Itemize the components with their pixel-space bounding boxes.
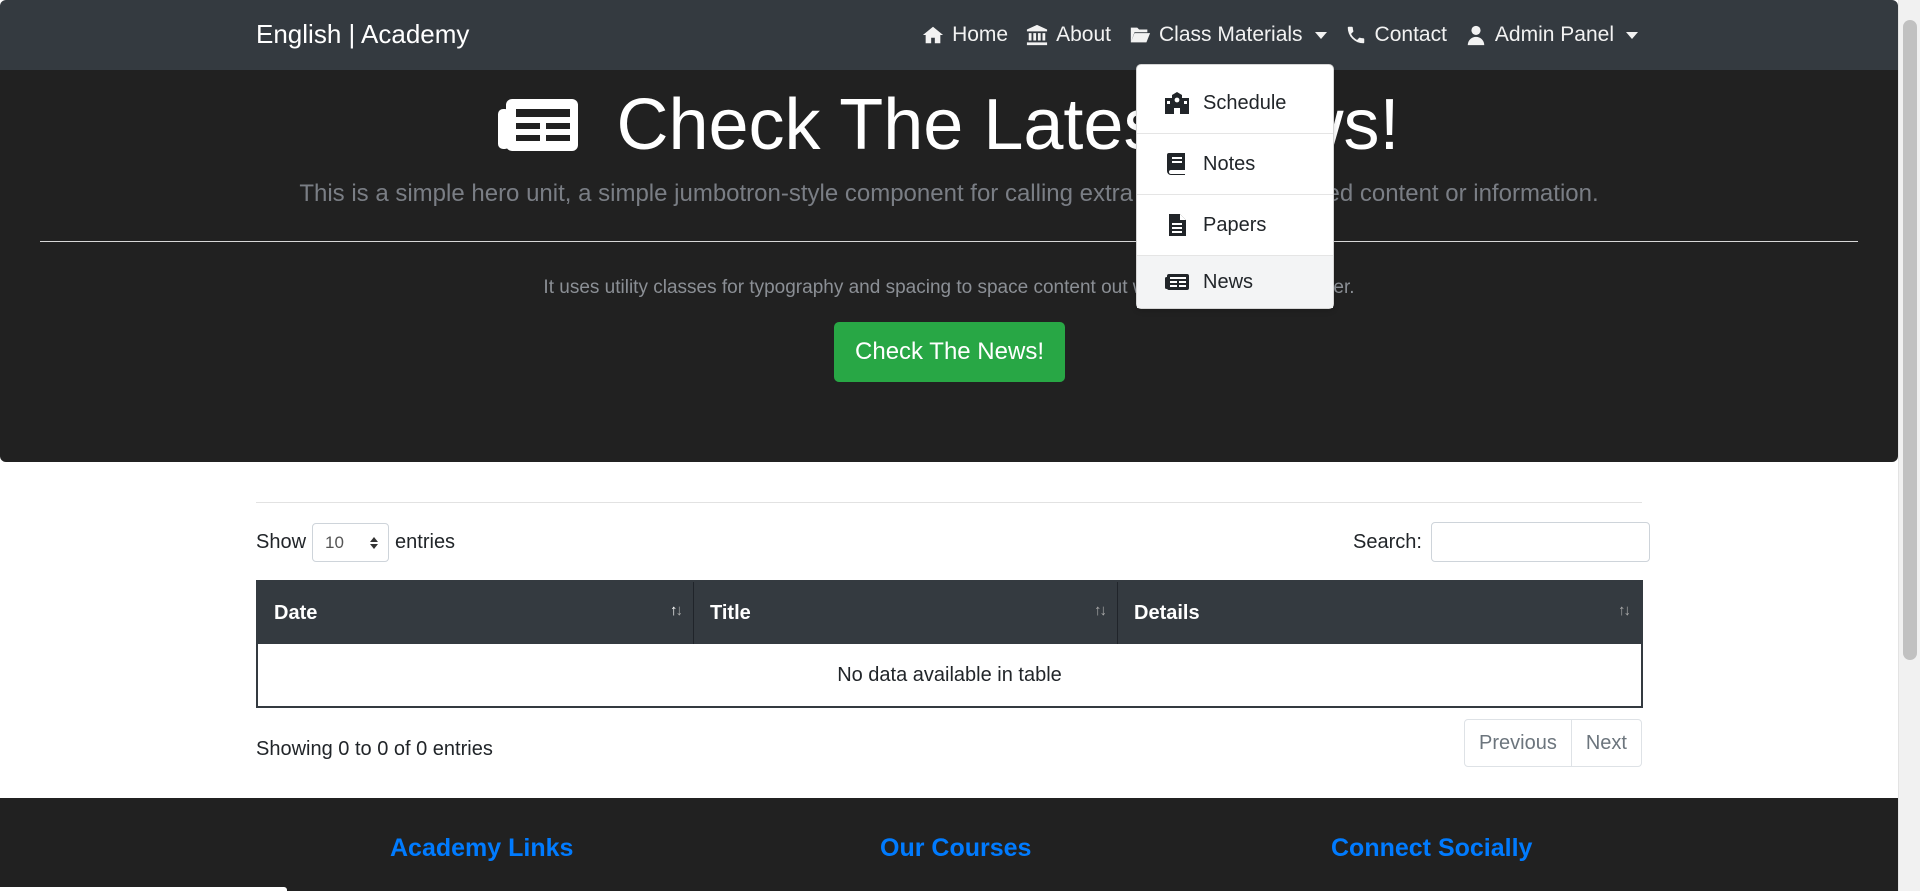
nav-item-label: Class Materials bbox=[1159, 23, 1303, 46]
file-icon bbox=[1169, 214, 1186, 236]
column-header-label: Details bbox=[1134, 601, 1200, 624]
empty-message: No data available in table bbox=[837, 663, 1062, 686]
hero-title: Check The Latest News! bbox=[0, 84, 1898, 166]
home-icon bbox=[922, 26, 944, 44]
column-header-details[interactable]: Details ↑↓ bbox=[1118, 582, 1641, 644]
page: English | Academy Home About Class Mater… bbox=[0, 0, 1898, 891]
column-header-label: Title bbox=[710, 601, 751, 624]
sort-icon: ↑↓ bbox=[1094, 602, 1107, 619]
column-header-title[interactable]: Title ↑↓ bbox=[694, 582, 1118, 644]
news-table: Date ↑↓ Title ↑↓ Details ↑↓ No data avai… bbox=[256, 580, 1643, 708]
school-icon bbox=[1165, 92, 1189, 114]
dropdown-item-notes[interactable]: Notes bbox=[1137, 134, 1333, 195]
nav-item-label: About bbox=[1056, 23, 1111, 46]
dropdown-item-label: Schedule bbox=[1203, 91, 1287, 114]
nav-item-about[interactable]: About bbox=[1026, 23, 1111, 47]
chevron-down-icon bbox=[1626, 31, 1638, 39]
newspaper-icon bbox=[1165, 274, 1189, 290]
length-control: Show 10 entries bbox=[256, 523, 455, 562]
footer: Academy Links Our Courses Connect Social… bbox=[0, 798, 1898, 891]
show-label: Show bbox=[256, 531, 307, 553]
vertical-scrollbar[interactable] bbox=[1898, 0, 1920, 891]
footer-heading-our-courses: Our Courses bbox=[880, 834, 1032, 862]
dropdown-item-label: News bbox=[1203, 270, 1254, 293]
entries-select[interactable]: 10 bbox=[312, 523, 390, 562]
sort-icon: ↑↓ bbox=[1618, 602, 1631, 619]
nav-item-label: Admin Panel bbox=[1494, 23, 1614, 46]
footer-heading-connect-socially: Connect Socially bbox=[1331, 834, 1533, 862]
dropdown-item-label: Papers bbox=[1203, 213, 1267, 236]
book-icon bbox=[1167, 153, 1185, 175]
nav-item-label: Home bbox=[952, 23, 1009, 46]
dropdown-item-news[interactable]: News bbox=[1137, 256, 1333, 308]
search-control: Search: bbox=[1353, 522, 1650, 562]
content-divider bbox=[256, 502, 1642, 503]
nav-item-contact[interactable]: Contact bbox=[1345, 23, 1447, 47]
nav-item-label: Contact bbox=[1374, 23, 1447, 46]
table-empty-row: No data available in table bbox=[258, 644, 1641, 706]
entries-label: entries bbox=[395, 531, 456, 553]
column-header-date[interactable]: Date ↑↓ bbox=[258, 582, 694, 644]
bank-icon bbox=[1027, 24, 1048, 46]
hero-subtext: It uses utility classes for typography a… bbox=[543, 277, 1355, 298]
table-info: Showing 0 to 0 of 0 entries bbox=[256, 738, 493, 760]
hero-jumbotron: Check The Latest News! This is a simple … bbox=[0, 70, 1898, 462]
hero-lead: This is a simple hero unit, a simple jum… bbox=[299, 180, 1599, 207]
class-materials-dropdown: Schedule Notes Papers News bbox=[1136, 64, 1334, 309]
nav-item-home[interactable]: Home bbox=[922, 23, 1008, 47]
next-button[interactable]: Next bbox=[1572, 720, 1641, 766]
column-header-label: Date bbox=[274, 601, 318, 624]
pagination: Previous Next bbox=[1464, 719, 1642, 767]
horizontal-scrollbar[interactable] bbox=[0, 887, 287, 891]
folder-open-icon bbox=[1130, 27, 1151, 43]
dropdown-item-label: Notes bbox=[1203, 152, 1256, 175]
footer-heading-academy-links: Academy Links bbox=[390, 834, 574, 862]
nav-menu: Home About Class Materials Contact Admin… bbox=[922, 0, 1638, 70]
search-input[interactable] bbox=[1430, 522, 1650, 562]
table-header: Date ↑↓ Title ↑↓ Details ↑↓ bbox=[258, 582, 1641, 644]
user-icon bbox=[1467, 25, 1485, 46]
entries-select-value: 10 bbox=[325, 532, 344, 552]
previous-button[interactable]: Previous bbox=[1465, 720, 1572, 766]
brand-link[interactable]: English | Academy bbox=[256, 19, 469, 50]
search-label: Search: bbox=[1353, 530, 1422, 553]
navbar: English | Academy Home About Class Mater… bbox=[0, 0, 1898, 70]
nav-item-class-materials[interactable]: Class Materials bbox=[1129, 23, 1327, 47]
dropdown-item-papers[interactable]: Papers bbox=[1137, 195, 1333, 256]
nav-item-admin-panel[interactable]: Admin Panel bbox=[1465, 23, 1638, 47]
select-arrows-icon bbox=[370, 536, 379, 549]
scrollbar-thumb[interactable] bbox=[1903, 20, 1917, 660]
phone-icon bbox=[1347, 26, 1364, 44]
sort-icon: ↑↓ bbox=[670, 602, 683, 619]
dropdown-item-schedule[interactable]: Schedule bbox=[1137, 73, 1333, 134]
newspaper-icon bbox=[498, 99, 579, 151]
chevron-down-icon bbox=[1314, 31, 1327, 39]
hero-divider bbox=[40, 241, 1858, 242]
check-news-button[interactable]: Check The News! bbox=[834, 322, 1065, 382]
